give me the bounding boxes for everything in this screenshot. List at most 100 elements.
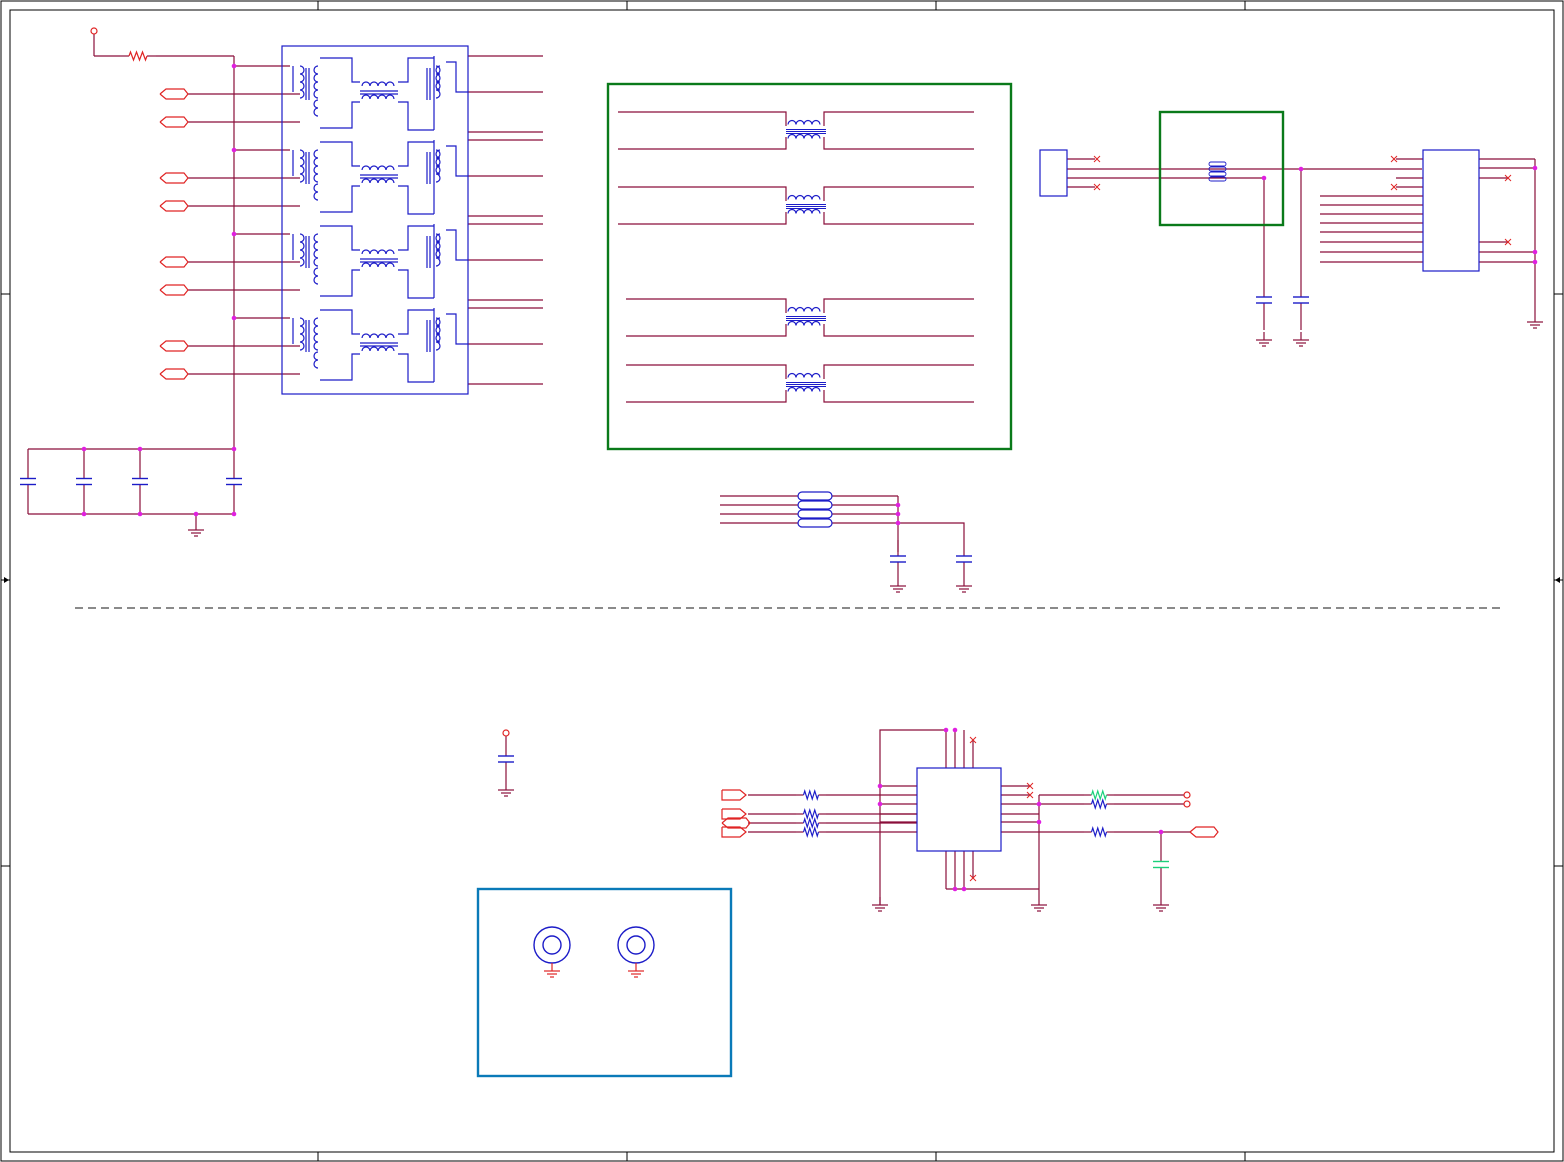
magnetics-module <box>281 45 469 395</box>
net-port <box>159 116 189 128</box>
inductor-coil <box>313 99 319 117</box>
net-port <box>1189 826 1219 838</box>
inductor-coil <box>787 372 821 378</box>
resistor-body <box>802 825 820 839</box>
wire <box>823 186 974 201</box>
ic-chip <box>1422 149 1480 272</box>
net-port <box>159 88 189 100</box>
winding-trace <box>446 61 468 93</box>
winding-trace <box>446 145 468 177</box>
junction-dot <box>193 511 199 517</box>
winding-trace <box>398 141 434 167</box>
junction-dot <box>1036 819 1042 825</box>
inductor-coil <box>361 94 395 100</box>
winding-trace <box>320 353 360 381</box>
inductor-coil <box>313 267 319 285</box>
junction-dot <box>231 315 237 321</box>
junction-dot <box>81 446 87 452</box>
winding-trace <box>398 101 434 131</box>
inductor-coil <box>787 133 821 139</box>
inductor-coil <box>313 351 319 369</box>
junction-dot <box>1532 165 1538 171</box>
junction-dot <box>895 520 901 526</box>
junction-dot <box>895 511 901 517</box>
junction-dot <box>877 783 883 789</box>
component-layer <box>20 27 1543 1078</box>
junction-dot <box>231 231 237 237</box>
junction-dot <box>1298 166 1304 172</box>
junction-dot <box>231 63 237 69</box>
power-pin <box>502 729 510 737</box>
inductor-coil <box>313 233 319 267</box>
net-port <box>159 172 189 184</box>
resistor-body <box>1090 797 1108 811</box>
test-point <box>1183 800 1191 808</box>
inductor-coil <box>361 333 395 339</box>
inductor-coil <box>313 65 319 99</box>
junction-dot <box>231 511 237 517</box>
junction-dot <box>137 446 143 452</box>
mounting-hole-inner <box>626 935 646 955</box>
winding-trace <box>320 309 360 335</box>
junction-dot <box>1532 249 1538 255</box>
inductor-coil <box>361 178 395 184</box>
inductor-coil <box>361 262 395 268</box>
winding-trace <box>320 57 360 83</box>
junction-dot <box>961 886 967 892</box>
wire <box>898 522 965 540</box>
inductor-coil <box>299 149 305 183</box>
winding-trace <box>320 269 360 297</box>
wire <box>626 298 787 313</box>
winding-trace <box>320 185 360 213</box>
inductor-coil <box>787 194 821 200</box>
wire <box>626 364 787 379</box>
green-grouping-box <box>606 82 1013 451</box>
outer-border <box>0 0 1564 1162</box>
choke-winding <box>797 500 833 510</box>
mounting-hole-inner <box>542 935 562 955</box>
test-point <box>1183 791 1191 799</box>
inductor-coil <box>313 317 319 351</box>
net-port <box>159 200 189 212</box>
net-port <box>159 256 189 268</box>
center-arrow <box>1555 577 1560 583</box>
ic-chip <box>916 767 1002 852</box>
winding-trace <box>320 141 360 167</box>
junction-dot <box>231 446 237 452</box>
wire-layer <box>27 34 1536 905</box>
power-pin <box>90 27 98 35</box>
inductor-coil <box>313 149 319 183</box>
inductor-coil <box>361 346 395 352</box>
inductor-coil <box>787 208 821 214</box>
junction-dot <box>1036 801 1042 807</box>
resistor-body <box>802 788 820 802</box>
wire <box>823 390 974 403</box>
inductor-coil <box>299 65 305 99</box>
net-port <box>721 789 747 801</box>
wire <box>618 137 787 150</box>
winding-trace <box>398 225 434 251</box>
winding-trace <box>398 309 434 335</box>
choke-winding <box>797 518 833 528</box>
junction-layer <box>81 63 1538 892</box>
wire <box>823 364 974 379</box>
inner-border <box>9 9 1555 1153</box>
inductor-coil <box>787 119 821 125</box>
resistor-body <box>128 50 148 62</box>
net-port <box>159 340 189 352</box>
junction-dot <box>137 511 143 517</box>
inductor-coil <box>361 165 395 171</box>
junction-dot <box>952 727 958 733</box>
winding-trace <box>398 353 434 383</box>
junction-dot <box>1261 175 1267 181</box>
inductor-coil <box>299 317 305 351</box>
resistor-body <box>1090 788 1108 802</box>
wire <box>626 390 787 403</box>
winding-trace <box>446 313 468 345</box>
winding-trace <box>398 269 434 299</box>
junction-dot <box>1532 259 1538 265</box>
ferrite-bead <box>1208 161 1227 167</box>
wire <box>626 324 787 337</box>
wire <box>618 186 787 201</box>
wire <box>618 111 787 126</box>
